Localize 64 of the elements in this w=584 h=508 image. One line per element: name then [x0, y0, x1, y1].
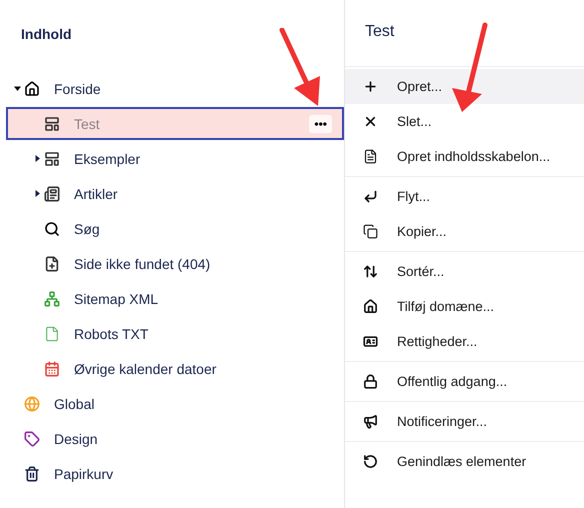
tree-item-label: Søg [74, 220, 101, 236]
menu-item[interactable]: Kopier... [345, 214, 584, 249]
page-icon [44, 150, 60, 166]
return-arrow-icon [363, 189, 378, 204]
menu-item[interactable]: Sortér... [345, 254, 584, 289]
menu-item[interactable]: Tilføj domæne... [345, 289, 584, 324]
tree-item-label: Sitemap XML [74, 290, 160, 306]
more-actions-button[interactable]: ••• [309, 114, 332, 132]
menu-title: Test [345, 0, 584, 67]
trash-icon [24, 466, 40, 482]
tree-item-label: Design [54, 430, 99, 446]
menu-item[interactable]: Genindlæs elementer [345, 444, 584, 479]
tag-icon [24, 430, 40, 446]
tree-item-label: Test [74, 116, 101, 132]
calendar-icon [44, 360, 60, 376]
copy-icon [363, 224, 378, 239]
caret-icon[interactable] [14, 85, 20, 92]
lock-icon [363, 374, 378, 389]
panel-title: Indhold [21, 26, 72, 44]
search-icon [44, 220, 60, 236]
menu-item[interactable]: Flyt... [345, 179, 584, 214]
home-icon [363, 299, 378, 314]
sitemap-icon [44, 290, 60, 306]
tree-item[interactable]: Robots TXT [6, 317, 344, 350]
tree-item[interactable]: Forside [6, 72, 344, 105]
reload-icon [363, 454, 378, 469]
tree-item[interactable]: Søg [6, 212, 344, 245]
tree-item[interactable]: Eksempler [6, 142, 344, 175]
page-icon [44, 186, 60, 202]
close-icon [363, 114, 378, 129]
tree-item-label: Global [54, 396, 96, 412]
tree-item-label: Papirkurv [54, 466, 114, 482]
tree-item[interactable]: Design [6, 422, 344, 455]
menu-item[interactable]: Rettigheder... [345, 324, 584, 359]
menu-item[interactable]: Offentlig adgang... [345, 364, 584, 399]
card-icon [363, 334, 378, 349]
tree-item-label: Artikler [74, 186, 119, 202]
tree-item[interactable]: Papirkurv [6, 457, 344, 490]
tree-item[interactable]: Artikler [6, 177, 344, 210]
tree-item-label: Robots TXT [74, 326, 150, 342]
tree-item[interactable]: Test ••• [6, 107, 344, 140]
menu-item[interactable]: Opret... [345, 69, 584, 104]
menu-item[interactable]: Opret indholdsskabelon... [345, 139, 584, 174]
page-plus-icon [44, 256, 60, 272]
caret-icon[interactable] [34, 190, 40, 197]
document-icon [363, 149, 378, 164]
page-icon [44, 116, 60, 132]
globe-icon [24, 396, 40, 412]
tree-item-label: Eksempler [74, 150, 142, 166]
tree-item[interactable]: Sitemap XML [6, 282, 344, 315]
home-icon [24, 80, 40, 96]
tree-item-label: Øvrige kalender datoer [74, 360, 218, 376]
file-icon [44, 326, 60, 342]
tree-item[interactable]: Global [6, 387, 344, 420]
plus-icon [363, 79, 378, 94]
tree-item[interactable]: Øvrige kalender datoer [6, 352, 344, 385]
menu-item[interactable]: Slet... [345, 104, 584, 139]
tree-item-label: Side ikke fundet (404) [74, 256, 212, 272]
sort-icon [363, 264, 378, 279]
megaphone-icon [363, 414, 378, 429]
caret-icon[interactable] [34, 155, 40, 162]
tree-item-label: Forside [54, 80, 102, 96]
menu-item[interactable]: Notificeringer... [345, 404, 584, 439]
tree-item[interactable]: Side ikke fundet (404) [6, 247, 344, 280]
